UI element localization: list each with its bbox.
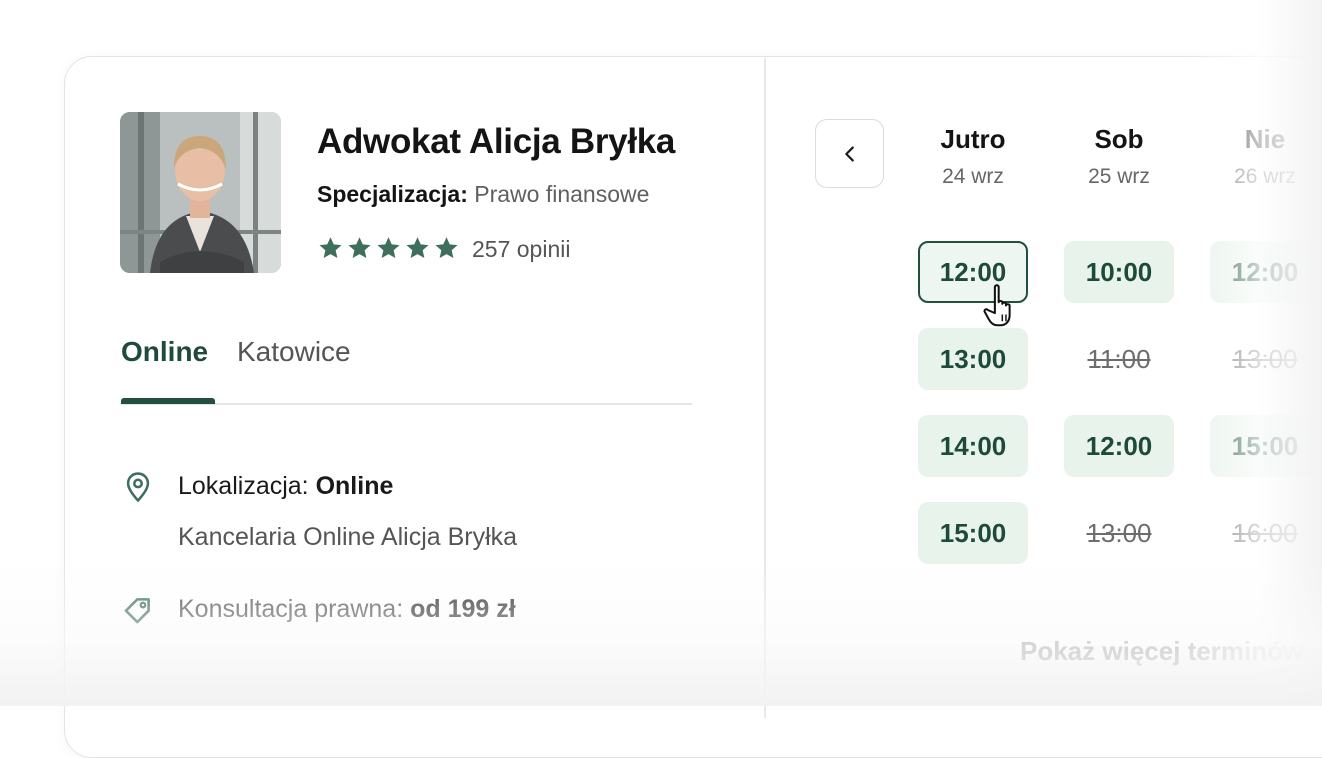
specialization: Specjalizacja: Prawo finansowe [317, 181, 649, 208]
day-column-2: Nie 26 wrz [1210, 124, 1320, 189]
active-tab-indicator [121, 398, 215, 404]
time-slot[interactable]: 15:00 [918, 502, 1028, 564]
service-price-line: Konsultacja prawna: od 199 zł [178, 595, 516, 624]
day-date: 26 wrz [1234, 165, 1296, 188]
service-price: od 199 zł [410, 595, 516, 623]
previous-days-button[interactable] [815, 119, 884, 188]
time-slot[interactable]: 15:00 [1210, 415, 1320, 477]
day-column-1: Sob 25 wrz [1064, 124, 1174, 189]
time-slot[interactable]: 13:00 [918, 328, 1028, 390]
tab-katowice[interactable]: Katowice [237, 336, 351, 368]
show-more-slots-link[interactable]: Pokaż więcej terminów [1020, 636, 1303, 667]
time-slot-unavailable: 11:00 [1087, 343, 1151, 374]
price-tag-icon [124, 598, 150, 624]
service-label: Konsultacja prawna: [178, 595, 404, 623]
time-slot[interactable]: 12:00 [1064, 415, 1174, 477]
office-name: Kancelaria Online Alicja Bryłka [178, 523, 518, 551]
chevron-left-icon [844, 145, 854, 162]
location-pin-icon [126, 472, 150, 503]
day-name: Jutro [940, 124, 1006, 154]
reviews-count[interactable]: 257 opinii [472, 236, 570, 263]
lawyer-name: Adwokat Alicja Bryłka [317, 122, 676, 161]
time-slot-unavailable: 13:00 [1232, 343, 1298, 374]
rating-stars [317, 235, 460, 262]
hand-cursor-icon [983, 284, 1011, 327]
location-line: Lokalizacja: Online [178, 472, 393, 501]
specialization-label: Specjalizacja: [317, 181, 468, 207]
time-slot[interactable]: 10:00 [1064, 241, 1174, 303]
time-slot-unavailable: 13:00 [1086, 517, 1152, 548]
day-name: Sob [1094, 124, 1144, 154]
star-icon [348, 237, 371, 258]
time-slot[interactable]: 14:00 [918, 415, 1028, 477]
star-icon [406, 237, 429, 258]
specialization-value: Prawo finansowe [474, 181, 650, 207]
tab-online[interactable]: Online [121, 336, 208, 368]
day-column-0: Jutro 24 wrz [918, 124, 1028, 189]
day-date: 25 wrz [1088, 165, 1150, 188]
time-slot-unavailable: 16:00 [1232, 517, 1298, 548]
location-label: Lokalizacja: [178, 472, 309, 500]
column-divider [764, 58, 766, 718]
time-slot[interactable]: 12:00 [1210, 241, 1320, 303]
star-icon [319, 237, 342, 258]
star-icon [377, 237, 400, 258]
day-date: 24 wrz [942, 165, 1004, 188]
day-name: Nie [1244, 124, 1286, 154]
location-value: Online [315, 472, 394, 500]
star-icon [435, 237, 458, 258]
lawyer-avatar [120, 112, 281, 273]
